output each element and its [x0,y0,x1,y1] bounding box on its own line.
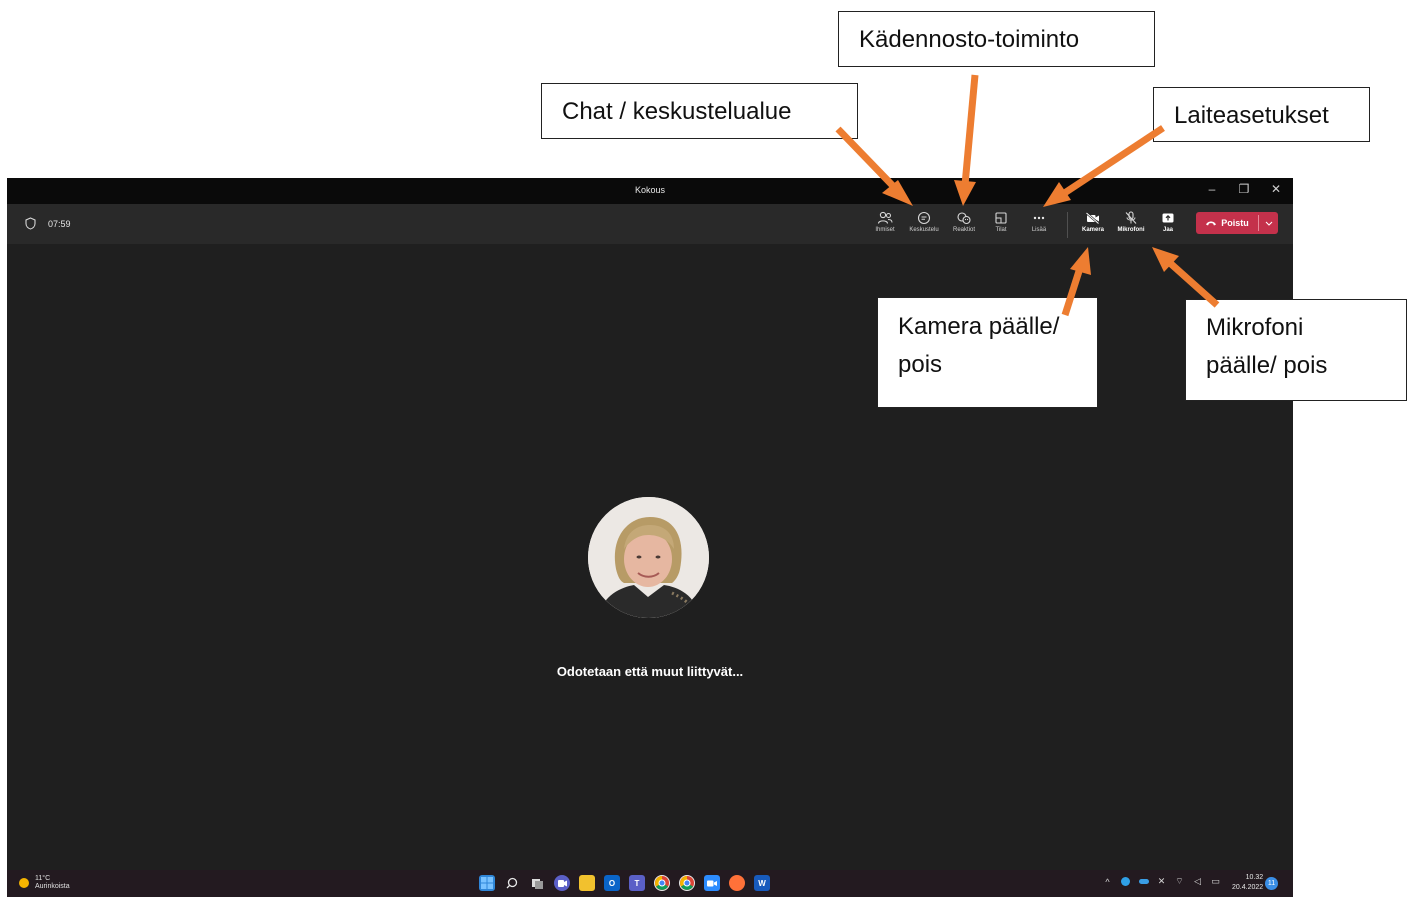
callout-camera-line1: Kamera päälle/ [898,313,1060,340]
wifi-icon[interactable]: ⌔ [1174,876,1185,887]
task-view-icon[interactable] [529,875,545,891]
close-button[interactable]: ✕ [1269,182,1283,196]
share-label: Jaa [1162,227,1173,233]
file-explorer-icon[interactable] [579,875,595,891]
clock-date: 20.4.2022 [1232,884,1264,891]
chrome-icon[interactable] [654,875,670,891]
minimize-button[interactable]: – [1205,182,1219,196]
callout-chat: Chat / keskustelualue [541,83,858,139]
system-tray: ^ ✕ ⌔ ◁ ▭ [1102,876,1221,887]
people-label: Ihmiset [875,227,895,233]
weather-widget[interactable]: 11°C Aurinkoista [19,875,70,891]
reactions-label: Reaktiot [952,227,975,233]
notification-badge[interactable]: 11 [1265,877,1278,890]
leave-button[interactable]: Poistu [1196,212,1258,234]
window-controls: – ❐ ✕ [1205,182,1283,196]
chat-icon [917,211,931,225]
callout-mic-line1: Mikrofoni [1206,314,1304,341]
people-icon [877,211,893,224]
callout-raise-hand: Kädennosto-toiminto [838,11,1155,67]
chat-button[interactable]: Keskustelu [904,209,944,241]
camera-button[interactable]: Kamera [1073,209,1113,241]
title-bar: Kokous – ❐ ✕ [7,178,1293,204]
start-icon[interactable] [479,875,495,891]
leave-label: Poistu [1221,218,1249,228]
clock-app-icon[interactable] [1120,876,1131,887]
chevron-down-icon [1265,221,1272,226]
window-title: Kokous [634,185,666,195]
search-icon[interactable] [504,875,520,891]
taskbar-apps: O T W [479,875,770,891]
microphone-label: Mikrofoni [1117,227,1145,233]
mic-muted-tray-icon[interactable]: ✕ [1156,876,1167,887]
rooms-label: Tilat [995,227,1007,233]
hang-up-icon [1206,221,1217,226]
leave-options-button[interactable] [1259,212,1278,234]
user-portrait [588,497,709,618]
leave-control: Poistu [1196,212,1278,234]
temperature: 11°C [35,875,51,882]
teams-chat-icon[interactable] [554,875,570,891]
participant-avatar [588,497,709,618]
microphone-button[interactable]: Mikrofoni [1111,209,1151,241]
more-label: Lisää [1031,227,1047,233]
zoom-icon[interactable] [704,875,720,891]
reactions-button[interactable]: Reaktiot [944,209,984,241]
rooms-button[interactable]: Tilat [981,209,1021,241]
weather-text: 11°C Aurinkoista [35,875,70,891]
shield-icon [25,217,36,230]
more-button[interactable]: Lisää [1019,209,1059,241]
waiting-message: Odotetaan että muut liittyvät... [556,664,744,679]
share-icon [1162,213,1174,223]
outlook-icon[interactable]: O [604,875,620,891]
word-icon[interactable]: W [754,875,770,891]
windows-taskbar: 11°C Aurinkoista O T W ^ ✕ ⌔ ◁ ▭ 10.32 2… [7,870,1293,897]
meeting-toolbar: 07:59 Ihmiset Keskustelu Reaktiot Tilat … [7,204,1293,244]
taskbar-clock[interactable]: 10.32 20.4.2022 [1232,873,1263,893]
people-button[interactable]: Ihmiset [865,209,905,241]
more-icon [1033,216,1045,220]
chevron-up-icon[interactable]: ^ [1102,876,1113,887]
callout-mic-line2: päälle/ pois [1206,352,1328,379]
restore-button[interactable]: ❐ [1237,182,1251,196]
firefox-icon[interactable] [729,875,745,891]
callout-camera-line2: pois [898,351,943,378]
callout-device-settings: Laiteasetukset [1153,87,1370,142]
camera-off-icon [1085,212,1100,225]
camera-label: Kamera [1081,227,1104,233]
teams-icon[interactable]: T [629,875,645,891]
chat-label: Keskustelu [909,227,939,233]
clock-time: 10.32 [1245,874,1264,881]
toolbar-divider [1067,212,1068,238]
callout-camera: Kamera päälle/ pois [877,297,1098,408]
onedrive-icon[interactable] [1138,876,1149,887]
volume-icon[interactable]: ◁ [1192,876,1203,887]
rooms-icon [995,212,1007,224]
teams-meeting-window: Kokous – ❐ ✕ 07:59 Ihmiset Keskustelu Re… [7,178,1293,897]
weather-condition: Aurinkoista [35,883,70,890]
battery-icon[interactable]: ▭ [1210,876,1221,887]
sun-icon [19,878,29,888]
share-button[interactable]: Jaa [1148,209,1188,241]
meeting-timer: 07:59 [48,219,71,229]
reaction-icon [957,212,971,225]
callout-microphone: Mikrofoni päälle/ pois [1185,299,1407,401]
chrome-profile-icon[interactable] [679,875,695,891]
mic-off-icon [1125,211,1137,224]
